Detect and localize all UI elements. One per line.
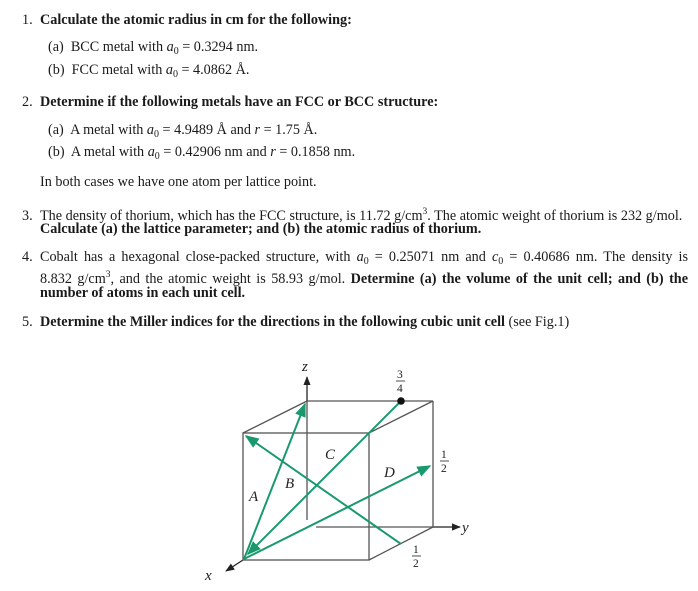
fraction-one-half-right: 1 2 [440, 449, 449, 475]
direction-label-a: A [248, 489, 259, 505]
direction-label-c: C [325, 447, 336, 463]
y-axis-label: y [460, 520, 469, 536]
svg-text:2: 2 [413, 558, 419, 570]
fraction-one-half-bottom: 1 2 [412, 544, 421, 570]
z-axis-label: z [301, 359, 308, 375]
svg-text:4: 4 [397, 383, 403, 395]
svg-text:3: 3 [397, 369, 403, 381]
svg-text:2: 2 [441, 463, 447, 475]
direction-label-b: B [285, 476, 294, 492]
svg-text:1: 1 [413, 544, 419, 556]
fraction-three-quarters: 3 4 [396, 369, 405, 395]
cube-top-right-edge [368, 400, 434, 434]
x-axis-arrow [225, 559, 244, 572]
cube-top-left-edge [242, 400, 308, 434]
three-quarter-point-dot [397, 397, 405, 405]
direction-arrow-c [247, 400, 402, 555]
direction-label-d: D [383, 465, 395, 481]
direction-arrow-b [244, 435, 402, 545]
svg-text:1: 1 [441, 449, 447, 461]
direction-arrow-d [243, 465, 432, 560]
cubic-unit-cell-figure: z y x A B C D 3 4 1 2 1 2 [204, 359, 469, 584]
x-axis-label: x [204, 568, 212, 584]
